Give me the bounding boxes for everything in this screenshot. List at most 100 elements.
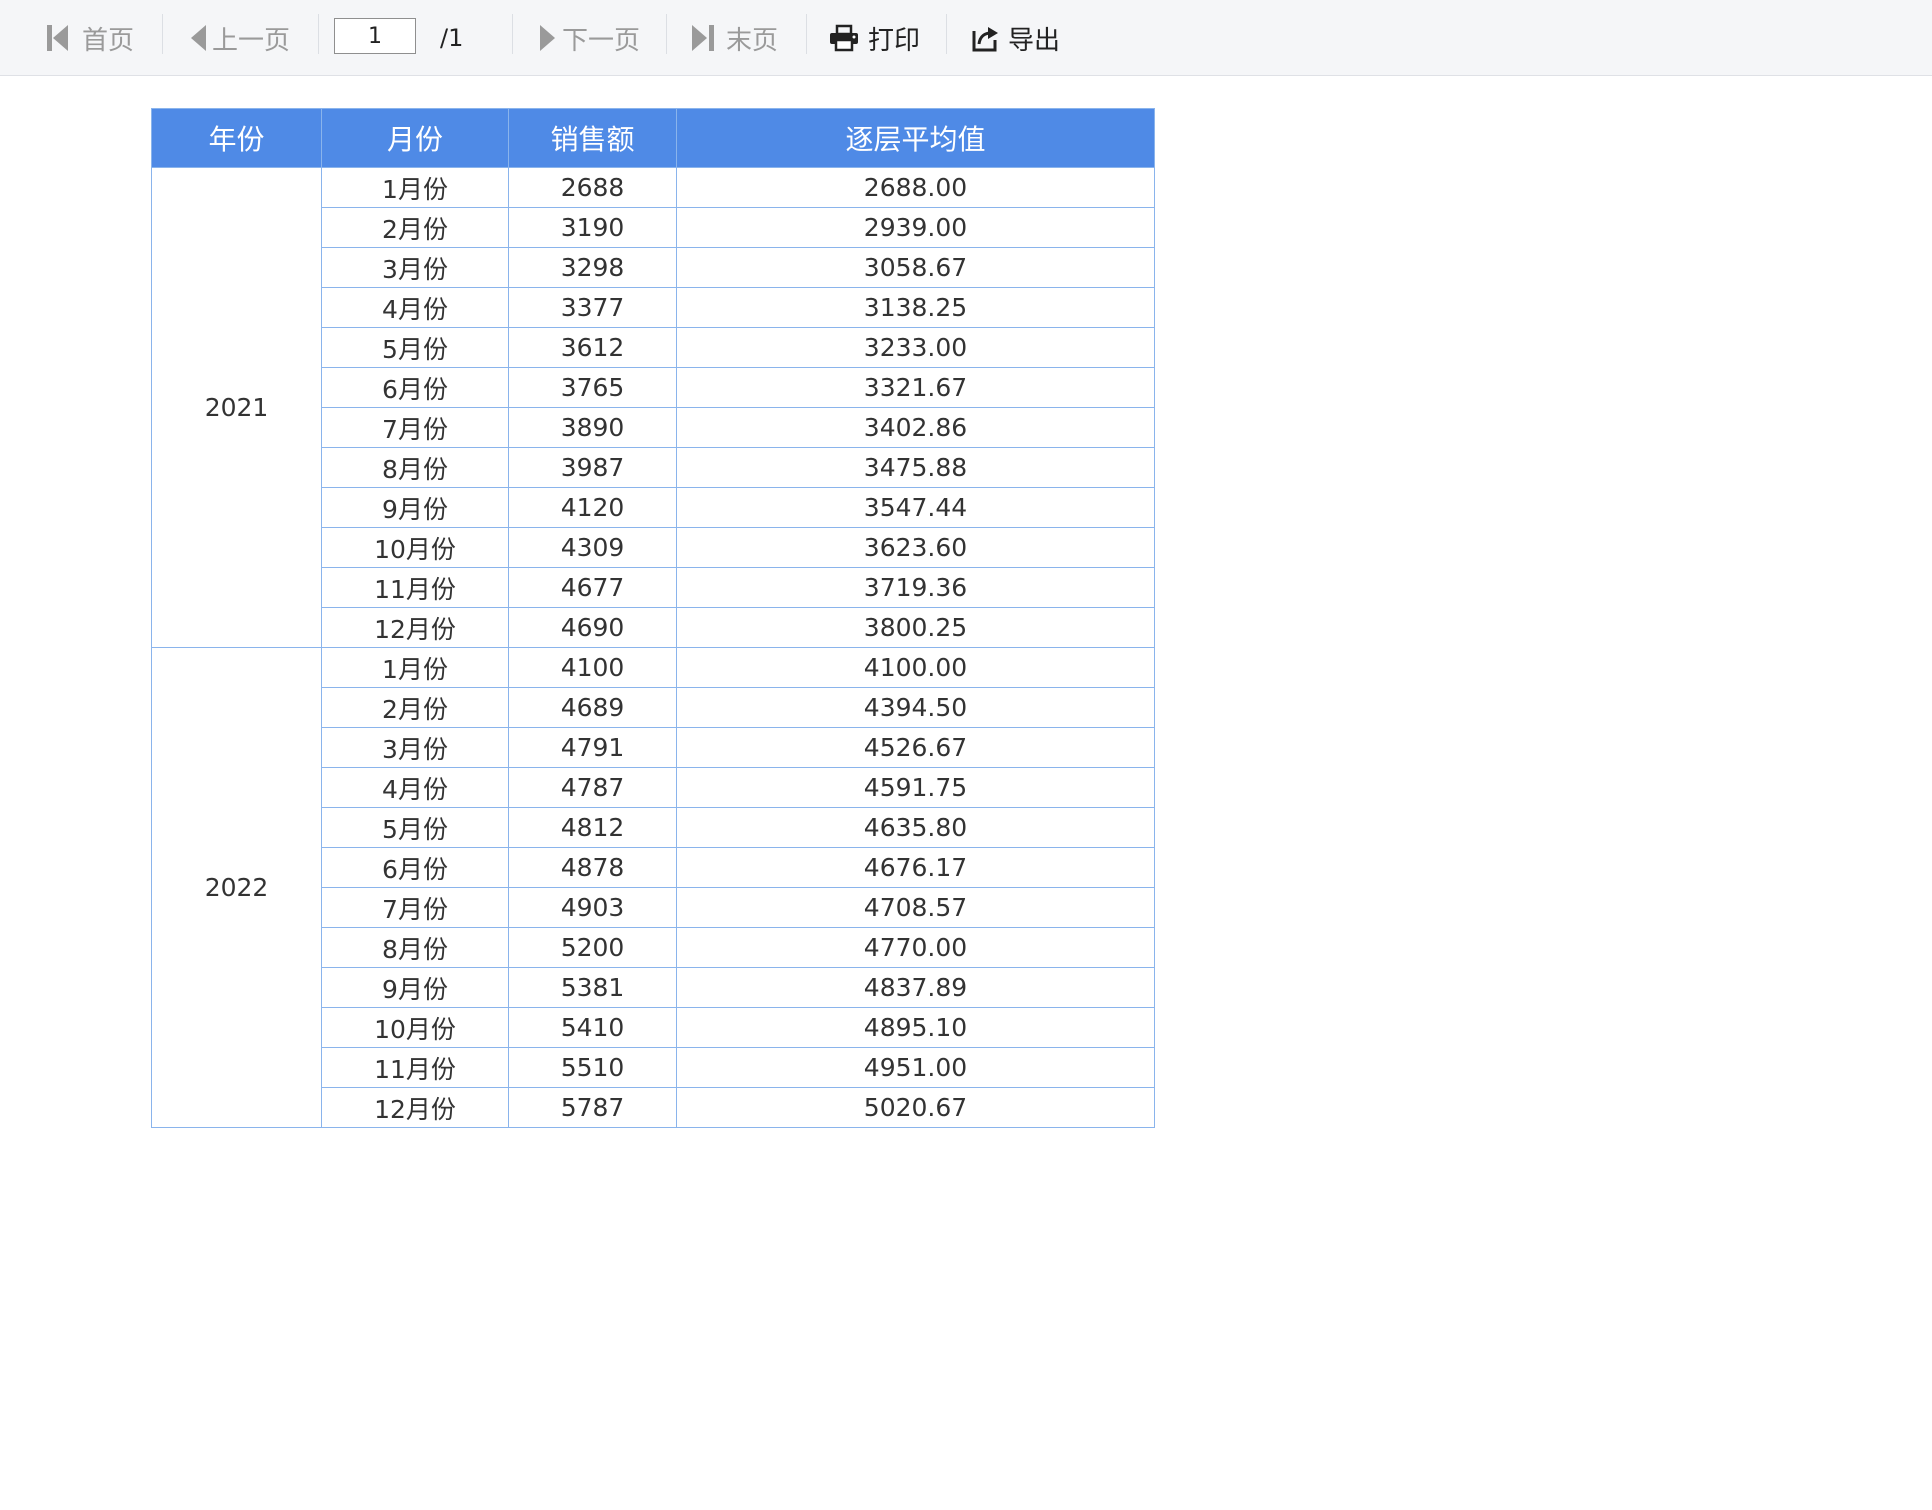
toolbar-divider <box>946 14 947 54</box>
month-cell: 3月份 <box>321 247 509 288</box>
sales-cell: 5787 <box>508 1087 677 1128</box>
sales-cell: 4690 <box>508 607 677 648</box>
toolbar-divider <box>162 14 163 54</box>
sales-cell: 4100 <box>508 647 677 688</box>
month-cell: 5月份 <box>321 327 509 368</box>
month-cell: 10月份 <box>321 527 509 568</box>
sales-cell: 5200 <box>508 927 677 968</box>
month-cell: 12月份 <box>321 1087 509 1128</box>
toolbar-divider <box>318 14 319 54</box>
table-header-row: 年份 月份 销售额 逐层平均值 <box>151 108 1155 168</box>
sales-cell: 4309 <box>508 527 677 568</box>
sales-cell: 5510 <box>508 1047 677 1088</box>
sales-cell: 3612 <box>508 327 677 368</box>
average-cell: 4526.67 <box>676 727 1155 768</box>
sales-cell: 5410 <box>508 1007 677 1048</box>
average-cell: 3233.00 <box>676 327 1155 368</box>
average-cell: 3138.25 <box>676 287 1155 328</box>
month-cell: 10月份 <box>321 1007 509 1048</box>
year-cell: 2022 <box>151 647 322 1128</box>
sales-cell: 4791 <box>508 727 677 768</box>
average-cell: 3800.25 <box>676 607 1155 648</box>
sales-cell: 4812 <box>508 807 677 848</box>
month-cell: 8月份 <box>321 447 509 488</box>
sales-cell: 3190 <box>508 207 677 248</box>
sales-cell: 4689 <box>508 687 677 728</box>
prev-page-label: 上一页 <box>212 25 291 56</box>
average-cell: 3547.44 <box>676 487 1155 528</box>
month-cell: 7月份 <box>321 407 509 448</box>
report-table: 年份 月份 销售额 逐层平均值 2021 1月份 2688 2688.00 2月… <box>151 108 1155 1128</box>
report-toolbar: 首页 上一页 /1 下一页 末页 <box>0 0 1932 76</box>
first-page-icon <box>44 23 74 53</box>
sales-cell: 3890 <box>508 407 677 448</box>
first-page-label: 首页 <box>82 25 135 56</box>
prev-page-button[interactable]: 上一页 <box>188 0 290 76</box>
average-cell: 5020.67 <box>676 1087 1155 1128</box>
year-cell: 2021 <box>151 167 322 648</box>
average-cell: 3321.67 <box>676 367 1155 408</box>
month-cell: 11月份 <box>321 1047 509 1088</box>
month-cell: 2月份 <box>321 207 509 248</box>
last-page-button[interactable]: 末页 <box>688 0 778 76</box>
average-cell: 4676.17 <box>676 847 1155 888</box>
toolbar-divider <box>512 14 513 54</box>
average-cell: 3719.36 <box>676 567 1155 608</box>
month-cell: 4月份 <box>321 767 509 808</box>
print-label: 打印 <box>868 25 921 56</box>
average-cell: 4951.00 <box>676 1047 1155 1088</box>
header-cumulative-average: 逐层平均值 <box>676 108 1155 168</box>
average-cell: 4394.50 <box>676 687 1155 728</box>
prev-page-icon <box>188 23 208 53</box>
next-page-label: 下一页 <box>562 25 641 56</box>
toolbar-divider <box>666 14 667 54</box>
month-cell: 8月份 <box>321 927 509 968</box>
export-icon <box>970 23 1000 53</box>
sales-cell: 5381 <box>508 967 677 1008</box>
next-page-button[interactable]: 下一页 <box>538 0 640 76</box>
average-cell: 4100.00 <box>676 647 1155 688</box>
last-page-label: 末页 <box>726 25 779 56</box>
printer-icon <box>828 23 860 53</box>
table-row: 2021 1月份 2688 2688.00 <box>151 167 1155 648</box>
first-page-button[interactable]: 首页 <box>44 0 134 76</box>
average-cell: 4591.75 <box>676 767 1155 808</box>
page-number-input[interactable] <box>334 18 416 54</box>
average-cell: 4770.00 <box>676 927 1155 968</box>
average-cell: 4837.89 <box>676 967 1155 1008</box>
average-cell: 2688.00 <box>676 167 1155 208</box>
month-cell: 3月份 <box>321 727 509 768</box>
next-page-icon <box>538 23 558 53</box>
sales-cell: 3765 <box>508 367 677 408</box>
average-cell: 3475.88 <box>676 447 1155 488</box>
print-button[interactable]: 打印 <box>828 0 920 76</box>
sales-cell: 2688 <box>508 167 677 208</box>
export-label: 导出 <box>1008 25 1061 56</box>
sales-cell: 4677 <box>508 567 677 608</box>
average-cell: 4635.80 <box>676 807 1155 848</box>
month-cell: 1月份 <box>321 647 509 688</box>
month-cell: 2月份 <box>321 687 509 728</box>
sales-cell: 3298 <box>508 247 677 288</box>
page-total: /1 <box>440 24 464 52</box>
sales-cell: 3987 <box>508 447 677 488</box>
month-cell: 7月份 <box>321 887 509 928</box>
average-cell: 3402.86 <box>676 407 1155 448</box>
sales-cell: 4120 <box>508 487 677 528</box>
table-row: 2022 1月份 4100 4100.00 <box>151 647 1155 1128</box>
header-sales: 销售额 <box>508 108 677 168</box>
month-cell: 6月份 <box>321 367 509 408</box>
last-page-icon <box>688 23 718 53</box>
month-cell: 4月份 <box>321 287 509 328</box>
month-cell: 9月份 <box>321 967 509 1008</box>
average-cell: 3623.60 <box>676 527 1155 568</box>
header-month: 月份 <box>321 108 509 168</box>
sales-cell: 3377 <box>508 287 677 328</box>
sales-cell: 4878 <box>508 847 677 888</box>
average-cell: 4708.57 <box>676 887 1155 928</box>
export-button[interactable]: 导出 <box>970 0 1060 76</box>
month-cell: 6月份 <box>321 847 509 888</box>
toolbar-divider <box>806 14 807 54</box>
month-cell: 5月份 <box>321 807 509 848</box>
month-cell: 12月份 <box>321 607 509 648</box>
